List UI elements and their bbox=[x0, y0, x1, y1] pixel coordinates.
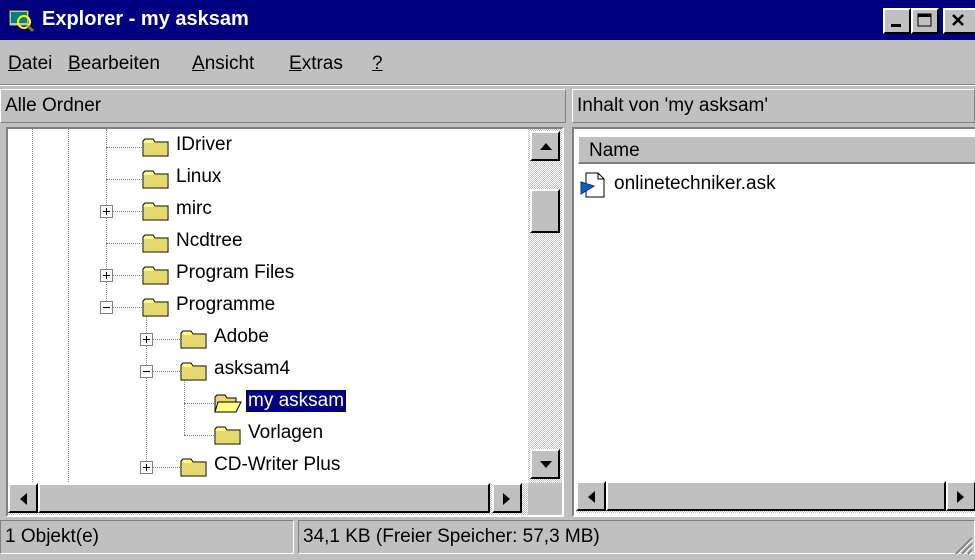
tree-item[interactable]: asksam4 bbox=[8, 355, 528, 387]
minimize-icon bbox=[891, 24, 901, 27]
minimize-button[interactable] bbox=[883, 8, 911, 34]
tree-item[interactable]: Programme bbox=[8, 291, 528, 323]
status-objects-text: 1 Objekt(e) bbox=[5, 526, 99, 547]
tree-connector bbox=[184, 435, 214, 436]
right-pane-header: Inhalt von 'my asksam' bbox=[572, 89, 975, 123]
open-folder-icon bbox=[214, 394, 242, 413]
collapse-icon[interactable] bbox=[100, 301, 113, 314]
right-horizontal-scroll-thumb[interactable] bbox=[606, 481, 946, 511]
tree-item[interactable]: Program Files bbox=[8, 259, 528, 291]
folder-icon bbox=[142, 298, 169, 317]
folder-icon bbox=[142, 266, 169, 285]
tree-item-label: my asksam bbox=[244, 389, 348, 413]
window-title: Explorer - my asksam bbox=[42, 8, 249, 30]
right-arrow-icon bbox=[957, 491, 964, 503]
folder-icon bbox=[180, 330, 207, 349]
expand-icon[interactable] bbox=[100, 205, 113, 218]
tree-item-label: CD-Writer Plus bbox=[214, 454, 341, 475]
maximize-button[interactable] bbox=[911, 8, 939, 34]
vertical-scrollbar[interactable] bbox=[528, 129, 562, 483]
folder-icon bbox=[142, 234, 169, 253]
asksam-file-icon bbox=[580, 172, 605, 198]
right-pane-header-label: Inhalt von 'my asksam' bbox=[577, 95, 768, 116]
left-arrow-icon bbox=[588, 491, 595, 503]
folder-tree[interactable]: IDriver Linux mirc Ncdtree Program Files bbox=[6, 127, 564, 517]
status-size: 34,1 KB (Freier Speicher: 57,3 MB) bbox=[298, 520, 975, 554]
tree-item-label: mirc bbox=[176, 198, 212, 219]
folder-tree-viewport: IDriver Linux mirc Ncdtree Program Files bbox=[8, 129, 528, 484]
tree-item-label: Program Files bbox=[176, 262, 295, 283]
tree-item-selected[interactable]: my asksam bbox=[8, 387, 528, 419]
menu-help[interactable]: ? bbox=[372, 53, 383, 75]
tree-item[interactable]: CD-Writer Plus bbox=[8, 451, 528, 483]
scrollbar-corner bbox=[528, 483, 562, 515]
left-arrow-icon bbox=[20, 493, 27, 505]
tree-item-label: IDriver bbox=[176, 134, 232, 155]
up-arrow-icon bbox=[540, 143, 552, 150]
menu-ansicht[interactable]: Ansicht bbox=[192, 53, 254, 75]
folder-icon bbox=[214, 426, 241, 445]
tree-item-label: Ncdtree bbox=[176, 230, 243, 251]
tree-connector bbox=[106, 243, 142, 244]
expand-icon[interactable] bbox=[100, 269, 113, 282]
menu-separator bbox=[0, 84, 975, 86]
close-icon bbox=[952, 14, 964, 26]
scroll-up-button[interactable] bbox=[530, 131, 560, 161]
tree-item-label: Linux bbox=[176, 166, 222, 187]
tree-item-label: Programme bbox=[176, 294, 276, 315]
left-pane-header: Alle Ordner bbox=[0, 89, 566, 123]
collapse-icon[interactable] bbox=[140, 365, 153, 378]
vertical-scroll-thumb[interactable] bbox=[530, 189, 560, 233]
tree-item[interactable]: mirc bbox=[8, 195, 528, 227]
folder-icon bbox=[142, 170, 169, 189]
close-button[interactable] bbox=[943, 8, 975, 34]
tree-item[interactable]: Ncdtree bbox=[8, 227, 528, 259]
scroll-down-button[interactable] bbox=[530, 449, 560, 479]
right-scroll-left-button[interactable] bbox=[576, 481, 606, 511]
tree-item[interactable]: IDriver bbox=[8, 131, 528, 163]
horizontal-scroll-thumb[interactable] bbox=[38, 483, 490, 513]
folder-icon bbox=[180, 362, 207, 381]
title-bar[interactable]: Explorer - my asksam bbox=[0, 0, 975, 40]
maximize-icon bbox=[917, 13, 932, 27]
scroll-right-button[interactable] bbox=[492, 483, 522, 513]
right-scroll-right-button[interactable] bbox=[946, 481, 975, 511]
status-objects: 1 Objekt(e) bbox=[0, 520, 294, 554]
status-size-text: 34,1 KB (Freier Speicher: 57,3 MB) bbox=[303, 526, 600, 547]
menu-extras[interactable]: Extras bbox=[289, 53, 343, 75]
tree-connector bbox=[106, 147, 142, 148]
down-arrow-icon bbox=[540, 461, 552, 468]
right-arrow-icon bbox=[503, 493, 510, 505]
menu-bar: Datei Bearbeiten Ansicht Extras ? bbox=[0, 44, 975, 84]
tree-item-label: Vorlagen bbox=[248, 422, 324, 443]
folder-icon bbox=[142, 138, 169, 157]
file-name: onlinetechniker.ask bbox=[614, 173, 776, 194]
folder-icon bbox=[142, 202, 169, 221]
folder-icon bbox=[180, 458, 207, 477]
column-header-label: Name bbox=[589, 140, 640, 161]
tree-item[interactable]: Vorlagen bbox=[8, 419, 528, 451]
scroll-left-button[interactable] bbox=[8, 483, 38, 513]
left-pane-header-label: Alle Ordner bbox=[5, 95, 102, 116]
tree-item-label: asksam4 bbox=[214, 358, 291, 379]
tree-item[interactable]: Linux bbox=[8, 163, 528, 195]
resize-grip-icon[interactable] bbox=[952, 534, 974, 556]
menu-datei[interactable]: Datei bbox=[8, 53, 52, 75]
tree-item-label: Adobe bbox=[214, 326, 269, 347]
right-horizontal-scrollbar[interactable] bbox=[576, 481, 975, 513]
expand-icon[interactable] bbox=[140, 461, 153, 474]
column-header-name[interactable]: Name bbox=[578, 136, 975, 164]
menu-bearbeiten[interactable]: Bearbeiten bbox=[68, 53, 160, 75]
tree-connector bbox=[184, 403, 214, 404]
tree-item[interactable]: Adobe bbox=[8, 323, 528, 355]
horizontal-scrollbar[interactable] bbox=[8, 483, 528, 515]
explorer-icon bbox=[8, 9, 34, 33]
tree-connector bbox=[106, 179, 142, 180]
expand-icon[interactable] bbox=[140, 333, 153, 346]
